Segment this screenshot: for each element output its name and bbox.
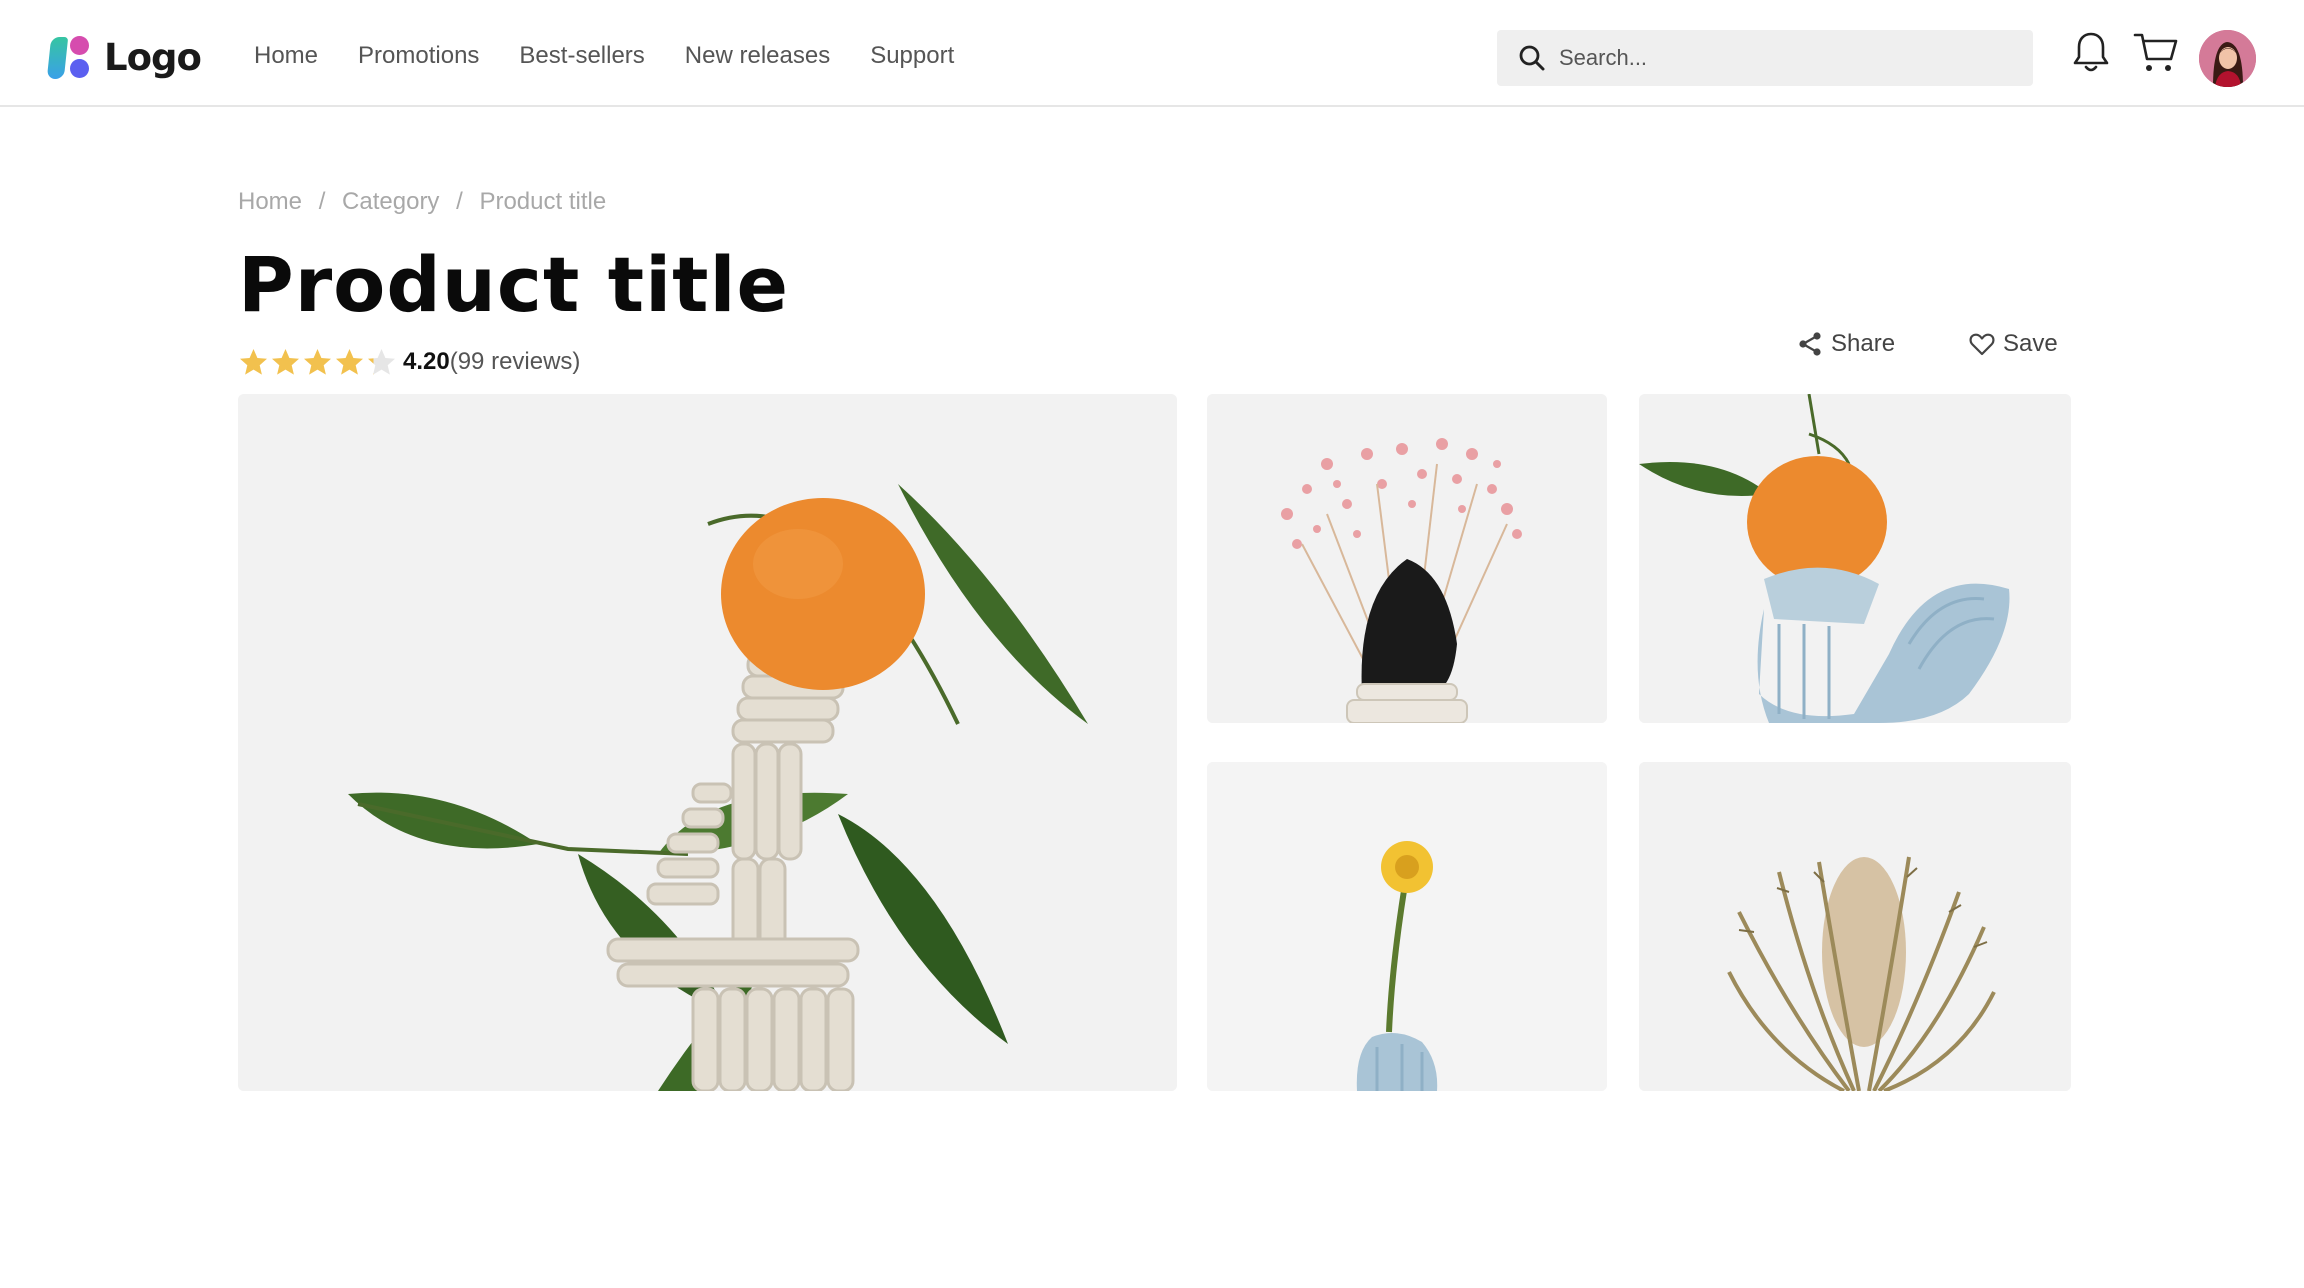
breadcrumb: Home / Category / Product title (238, 188, 616, 216)
product-actions: Share Save (1797, 330, 2058, 358)
share-icon (1799, 332, 1821, 356)
nav-link-promotions[interactable]: Promotions (358, 42, 479, 70)
heart-icon (1969, 333, 1995, 356)
logo-text: Logo (104, 35, 202, 79)
main-nav: Home Promotions Best-sellers New release… (254, 42, 994, 70)
search-input[interactable] (1559, 45, 2009, 71)
star-icon (336, 348, 363, 375)
logo-mark-icon (46, 33, 92, 81)
save-button[interactable]: Save (1969, 330, 2058, 358)
rating-stars (238, 347, 397, 378)
product-image-thumbnail-4[interactable] (1639, 762, 2071, 1091)
breadcrumb-category[interactable]: Category / (342, 188, 463, 215)
user-avatar[interactable] (2199, 30, 2256, 87)
page-title: Product title (238, 240, 790, 329)
share-label: Share (1831, 330, 1896, 357)
cart-icon[interactable] (2133, 31, 2179, 75)
star-icon (368, 348, 395, 375)
product-rating[interactable]: 4.20 (99 reviews) (238, 345, 580, 379)
top-navigation-bar: Logo Home Promotions Best-sellers New re… (0, 0, 2304, 107)
bell-icon[interactable] (2070, 30, 2112, 76)
search-bar[interactable] (1497, 30, 2033, 86)
breadcrumb-current: Product title (479, 188, 607, 215)
star-icon (304, 348, 331, 375)
product-image-thumbnail-3[interactable] (1207, 762, 1607, 1091)
rating-score: 4.20 (403, 348, 450, 375)
share-button[interactable]: Share (1797, 330, 1895, 358)
nav-link-support[interactable]: Support (870, 42, 954, 70)
search-icon (1519, 45, 1545, 71)
nav-link-best-sellers[interactable]: Best-sellers (519, 42, 644, 70)
star-icon (240, 348, 267, 375)
product-image-thumbnail-1[interactable] (1207, 394, 1607, 723)
save-label: Save (2003, 330, 2058, 357)
star-icon (272, 348, 299, 375)
review-count[interactable]: (99 reviews) (450, 348, 581, 376)
product-image-thumbnail-2[interactable] (1639, 394, 2071, 723)
logo[interactable]: Logo (46, 33, 202, 81)
nav-link-new-releases[interactable]: New releases (685, 42, 830, 70)
nav-link-home[interactable]: Home (254, 42, 318, 70)
breadcrumb-home[interactable]: Home / (238, 188, 325, 215)
product-image-main[interactable] (238, 394, 1177, 1091)
